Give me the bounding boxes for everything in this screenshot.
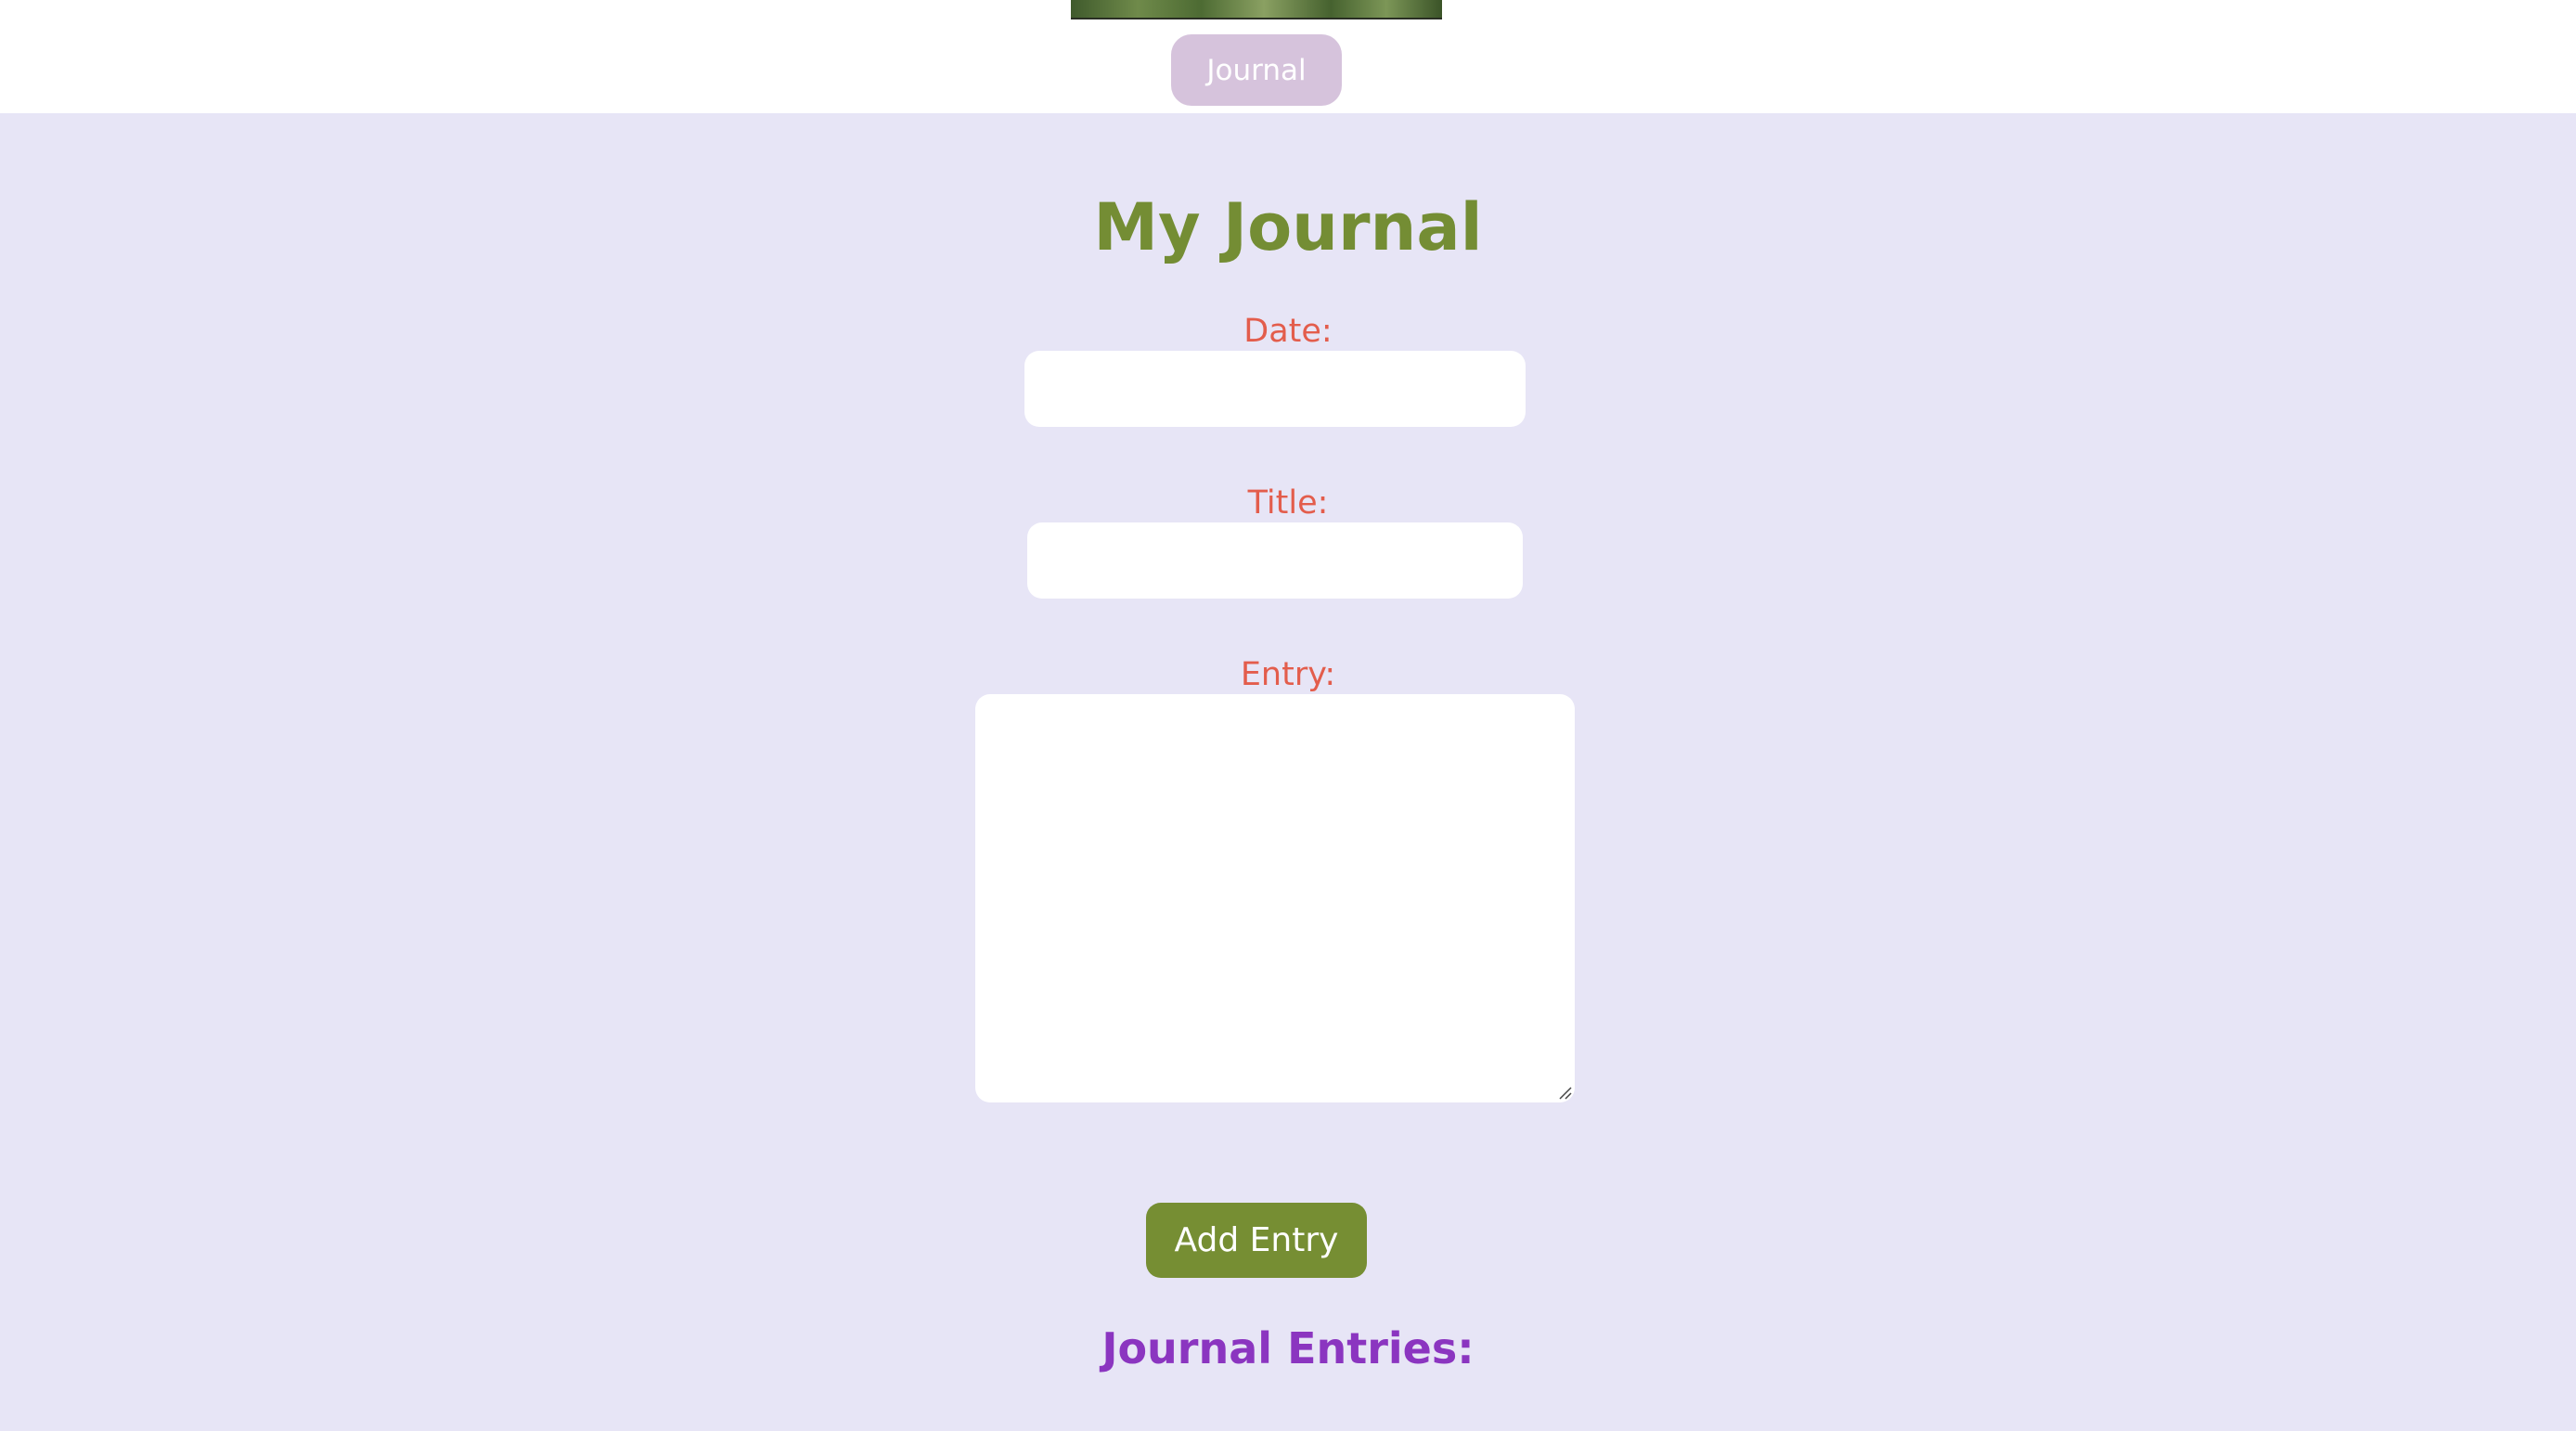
top-header: Journal: [0, 0, 2576, 113]
header-image: [1071, 0, 1442, 19]
entry-label: Entry:: [1240, 656, 1336, 693]
entry-textarea[interactable]: [975, 694, 1575, 1102]
journal-entries-heading: Journal Entries:: [1101, 1323, 1475, 1373]
page-title: My Journal: [1093, 189, 1483, 265]
journal-nav-button[interactable]: Journal: [1171, 34, 1342, 106]
date-input[interactable]: [1024, 351, 1526, 427]
journal-main: My Journal Date: Title: Entry: Add Entry…: [0, 113, 2576, 1431]
resize-handle-icon[interactable]: [1557, 1085, 1572, 1100]
title-label: Title:: [1247, 484, 1329, 522]
add-entry-button[interactable]: Add Entry: [1146, 1203, 1367, 1278]
title-input[interactable]: [1027, 522, 1523, 599]
date-label: Date:: [1243, 313, 1333, 350]
